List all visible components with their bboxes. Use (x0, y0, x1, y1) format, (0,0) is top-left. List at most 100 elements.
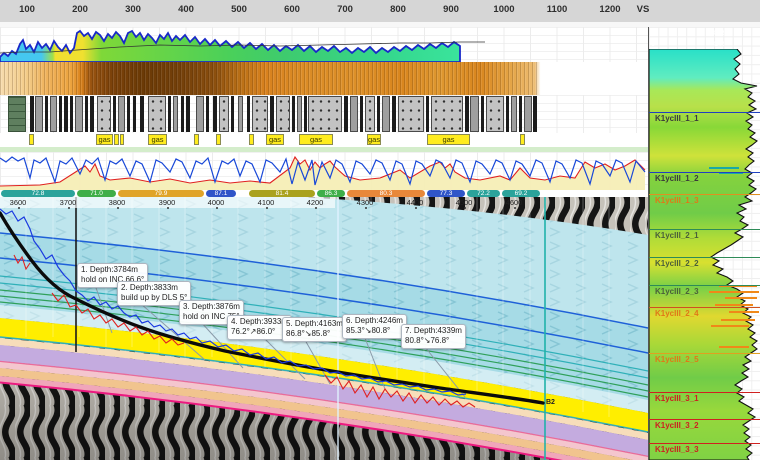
lithology-column (382, 96, 390, 132)
gas-show-marker: gas (96, 134, 113, 145)
formation-top-line (649, 257, 760, 258)
gas-show-marker: gas (148, 134, 167, 145)
inclination-segment: 86.3 (317, 190, 345, 197)
log-curves-svg (0, 152, 648, 190)
md-depth-tick: 3800 (109, 198, 126, 207)
md-depth-tick: 4000 (208, 198, 225, 207)
md-depth-tick: 4400 (407, 198, 424, 207)
lithology-column (270, 96, 274, 132)
lithology-column (213, 96, 217, 132)
gas-show-marker: gas (427, 134, 470, 145)
lithology-column (186, 96, 190, 132)
md-depth-tick: 4600 (506, 198, 523, 207)
gas-show-marker (194, 134, 199, 145)
vs-ruler-tick: 500 (231, 4, 247, 15)
lithology-column (486, 96, 504, 132)
gr-header-type-well[interactable]: 0 GR (649, 38, 760, 49)
track-log-curves[interactable] (0, 152, 648, 190)
track-gas-shows[interactable]: gasgasgasgasgasgas (0, 133, 648, 147)
lithology-column (360, 96, 363, 132)
track-amplitude-curve[interactable] (0, 27, 648, 62)
lithology-column (292, 96, 295, 132)
lithology-column (133, 96, 136, 132)
target-label: B2 (546, 399, 555, 406)
lithology-column (524, 96, 532, 132)
lithology-column (238, 96, 243, 132)
md-depth-tick: 4500 (456, 198, 473, 207)
lithology-column (30, 96, 34, 132)
annotation-depth-line: 5. Depth:4163m (286, 319, 343, 329)
md-depth-tick-dot (464, 207, 466, 209)
lithology-column (127, 96, 130, 132)
lithology-column (206, 96, 209, 132)
formation-top-line (649, 112, 760, 113)
lithology-column (85, 96, 88, 132)
md-depth-tick-dot (216, 207, 218, 209)
vs-ruler-tick: 1200 (599, 4, 620, 15)
md-depth-tick-dot (117, 207, 119, 209)
lithology-column (481, 96, 484, 132)
annotation-depth-line: 6. Depth:4246m (346, 316, 403, 326)
vs-ruler-unit: VS (637, 4, 650, 15)
vs-ruler-tick: 700 (337, 4, 353, 15)
lithology-column (219, 96, 229, 132)
lithology-column (140, 96, 144, 132)
gas-show-marker (520, 134, 525, 145)
lithology-column (304, 96, 307, 132)
inclination-segment: 80.3 (347, 190, 425, 197)
formation-top-label: K1ycIII_2_1 (655, 231, 699, 240)
gas-show-marker (114, 134, 119, 145)
lithology-column (45, 96, 48, 132)
formation-top-label: K1ycIII_3_2 (655, 421, 699, 430)
survey-annotation-callout[interactable]: 5. Depth:4163m86.8°↘85.8° (282, 317, 347, 342)
formation-top-line (649, 307, 760, 308)
lithology-column (70, 96, 73, 132)
lithology-column (50, 96, 57, 132)
gr-scale-min: 0 (651, 38, 655, 49)
formation-top-label: K1ycIII_1_3 (655, 196, 699, 205)
formation-top-line (649, 194, 760, 195)
formation-top-line (649, 172, 760, 173)
lithology-column (35, 96, 43, 132)
formation-top-label: K1ycIII_2_5 (655, 355, 699, 364)
gr-header-offset-well[interactable]: 0 GR (649, 27, 760, 38)
vs-ruler-tick: 800 (390, 4, 406, 15)
lithology-column (350, 96, 358, 132)
formation-top-line (649, 353, 760, 354)
vs-ruler-tick: 600 (284, 4, 300, 15)
survey-annotation-callout[interactable]: 6. Depth:4246m85.3°↘80.8° (342, 314, 407, 339)
lithology-column (465, 96, 469, 132)
lithology-column (113, 96, 116, 132)
md-depth-tick-dot (266, 207, 268, 209)
lithology-column (231, 96, 234, 132)
track-lithology[interactable] (0, 95, 648, 133)
vs-ruler-tick: 400 (178, 4, 194, 15)
vs-ruler-tick: 900 (443, 4, 459, 15)
lithology-column (308, 96, 342, 132)
lithology-column (59, 96, 62, 132)
formation-top-line (649, 285, 760, 286)
gr-scale-min: 0 (651, 27, 655, 38)
md-depth-tick-dot (365, 207, 367, 209)
md-depth-tick: 4100 (258, 198, 275, 207)
inclination-summary-bar[interactable]: 72.871.079.987.181.486.380.377.372.269.2 (0, 190, 648, 197)
lithology-column (97, 96, 111, 132)
md-depth-ruler: 3600370038003900400041004200430044004500… (0, 197, 648, 208)
survey-annotation-callout[interactable]: 7. Depth:4339m80.8°↘76.8° (401, 324, 466, 349)
inclination-segment: 69.2 (502, 190, 540, 197)
gas-show-marker (120, 134, 124, 145)
geosteering-app-window: 100200300400500600700800900100011001200V… (0, 0, 760, 460)
formation-top-label: K1ycIII_2_4 (655, 309, 699, 318)
annotation-angle-line: 76.2°↗86.0° (231, 327, 288, 337)
lithology-column (173, 96, 178, 132)
annotation-angle-line: 80.8°↘76.8° (405, 336, 462, 346)
inclination-segment: 81.4 (249, 190, 315, 197)
formation-top-label: K1ycIII_2_2 (655, 259, 699, 268)
lithology-column (252, 96, 268, 132)
annotation-angle-line: 85.3°↘80.8° (346, 326, 403, 336)
annotation-depth-line: 1. Depth:3784m (81, 265, 144, 275)
lithology-column (398, 96, 424, 132)
lithology-column (64, 96, 68, 132)
annotation-depth-line: 2. Depth:3833m (121, 283, 187, 293)
gr-correlation-panel[interactable]: 0 GR 0 GR (648, 27, 760, 460)
